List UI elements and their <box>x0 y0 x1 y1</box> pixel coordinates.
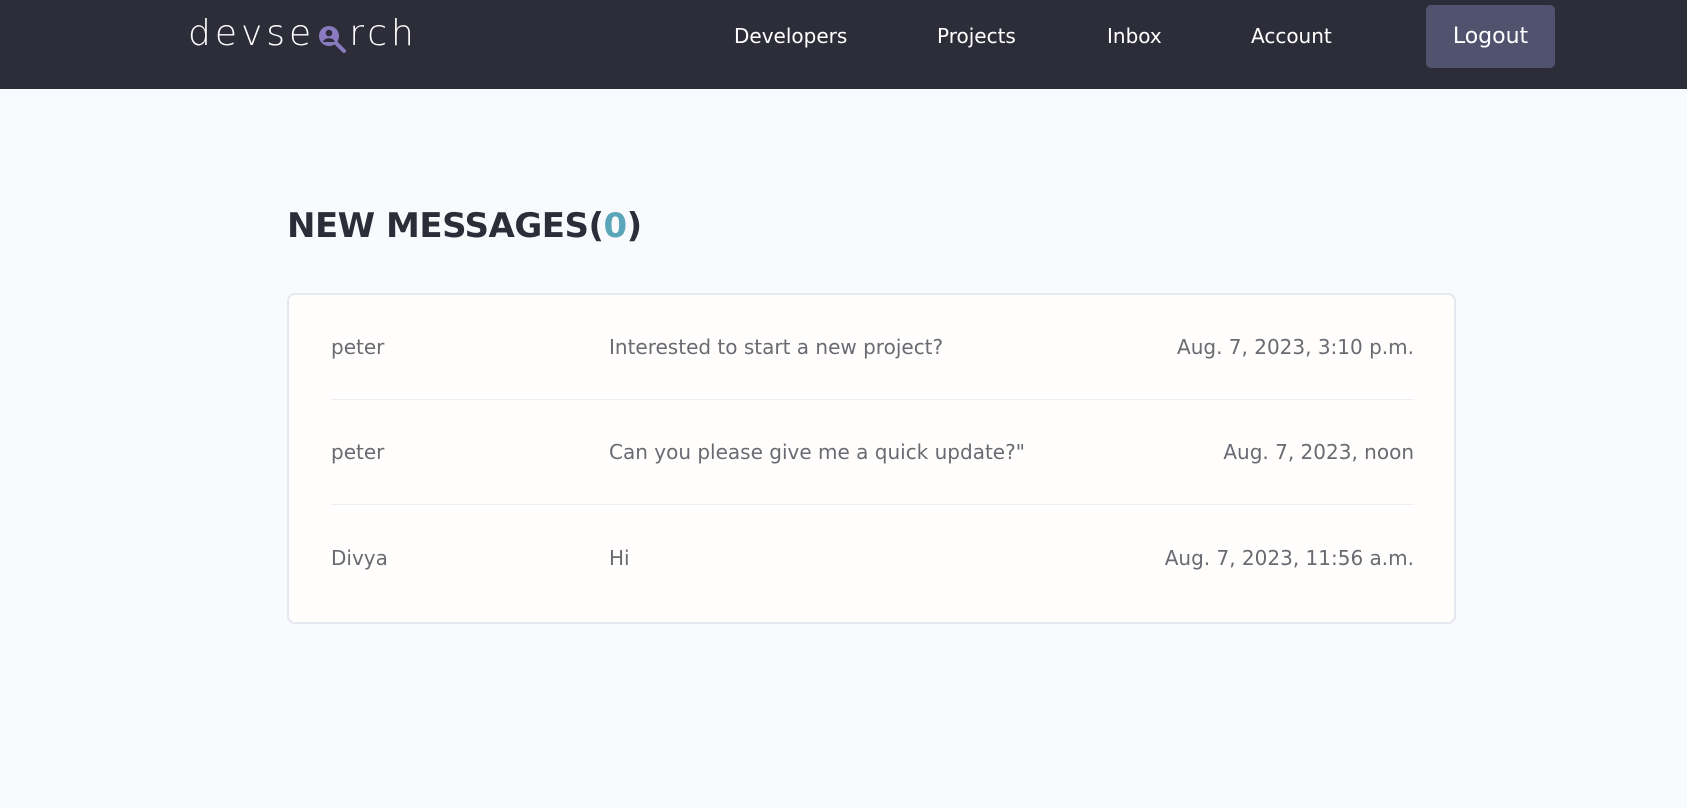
nav-inbox[interactable]: Inbox <box>1107 0 1162 72</box>
message-subject: Interested to start a new project? <box>609 335 944 359</box>
message-sender: peter <box>331 440 385 464</box>
logo-text-prefix: devse <box>188 12 316 54</box>
logo-text-suffix: rch <box>349 12 418 54</box>
page-title-text: NEW MESSAGES( <box>287 206 604 246</box>
top-header: devse rch Developers Projects Inbox Acco… <box>0 0 1687 89</box>
message-sender: Divya <box>331 545 388 570</box>
message-subject: Hi <box>609 545 630 570</box>
nav-projects[interactable]: Projects <box>937 0 1016 72</box>
message-row[interactable]: Divya Hi Aug. 7, 2023, 11:56 a.m. <box>331 505 1414 610</box>
nav-account[interactable]: Account <box>1251 0 1332 72</box>
devsearch-logo[interactable]: devse rch <box>188 8 418 58</box>
message-date: Aug. 7, 2023, 11:56 a.m. <box>1164 545 1414 570</box>
logout-button[interactable]: Logout <box>1426 5 1555 68</box>
message-row[interactable]: peter Interested to start a new project?… <box>331 295 1414 400</box>
page-title: NEW MESSAGES(0) <box>287 201 642 251</box>
magnifier-person-icon <box>317 22 347 53</box>
inbox-card: peter Interested to start a new project?… <box>287 293 1456 624</box>
message-subject: Can you please give me a quick update?" <box>609 440 1025 464</box>
message-sender: peter <box>331 335 385 359</box>
page-title-close: ) <box>626 206 643 246</box>
message-date: Aug. 7, 2023, noon <box>1223 440 1414 464</box>
nav-developers[interactable]: Developers <box>734 0 847 72</box>
new-message-count: 0 <box>603 206 628 246</box>
message-row[interactable]: peter Can you please give me a quick upd… <box>331 400 1414 505</box>
message-date: Aug. 7, 2023, 3:10 p.m. <box>1177 335 1414 359</box>
